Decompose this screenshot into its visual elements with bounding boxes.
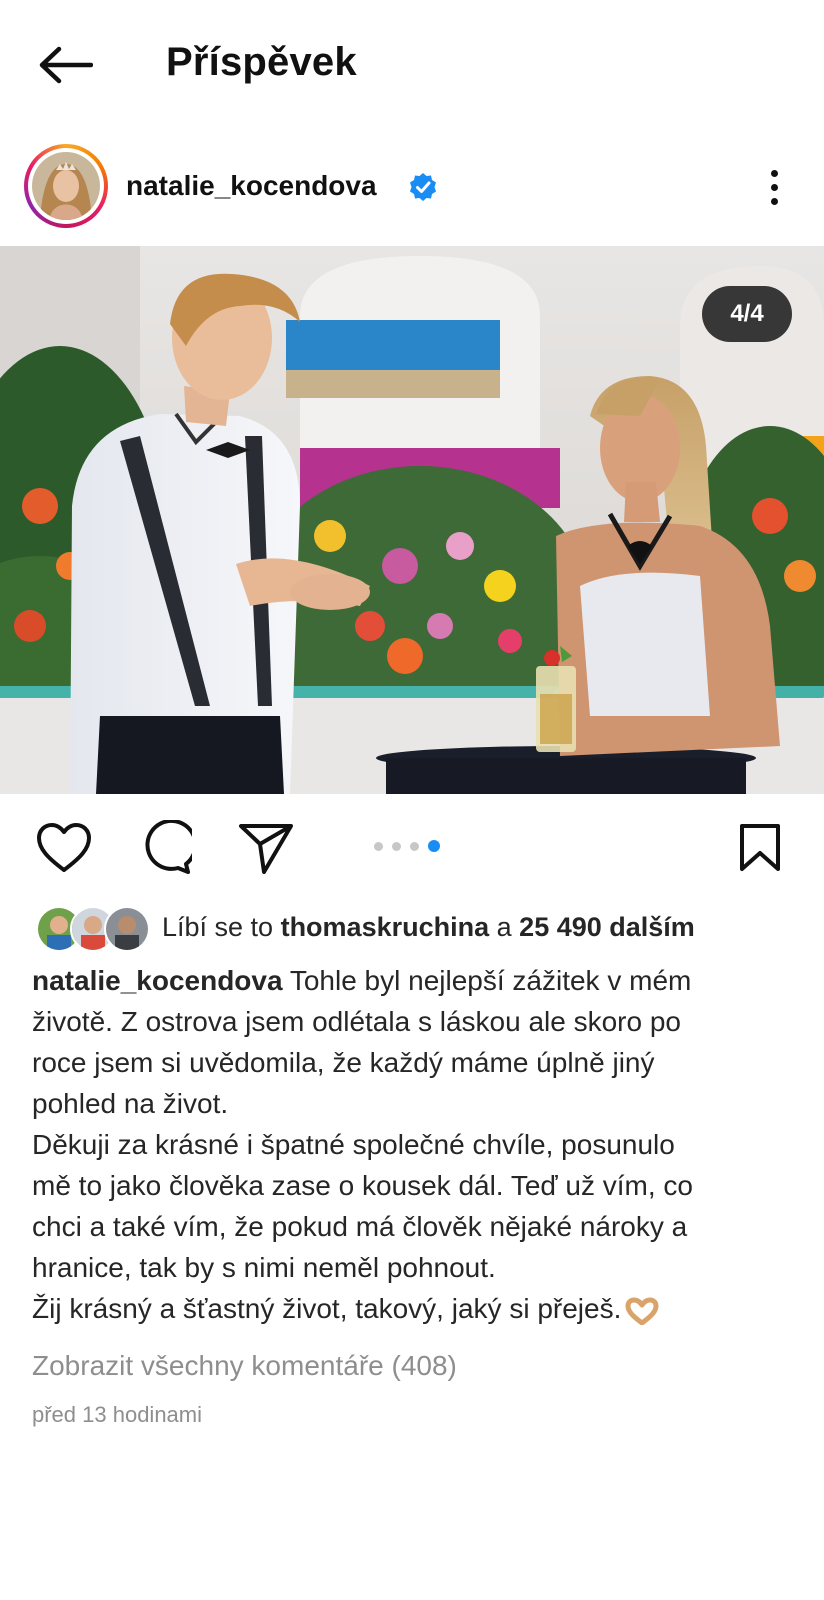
likes-text: Líbí se to thomaskruchina a 25 490 další… xyxy=(162,912,695,943)
likes-prefix: Líbí se to xyxy=(162,912,281,942)
liked-by-avatars xyxy=(36,906,150,952)
verified-badge-icon xyxy=(410,173,436,201)
carousel-dot-active xyxy=(428,840,440,852)
caption-line: Žij krásný a šťastný život, takový, jaký… xyxy=(32,1288,792,1329)
liked-by-user[interactable]: thomaskruchina xyxy=(281,912,490,942)
post-photo[interactable]: 4/4 xyxy=(0,246,824,794)
likes-row[interactable]: Líbí se to thomaskruchina a 25 490 další… xyxy=(36,904,816,954)
avatar xyxy=(104,906,150,952)
post-timestamp: před 13 hodinami xyxy=(32,1402,203,1427)
share-button[interactable] xyxy=(236,818,296,878)
carousel-dot xyxy=(374,841,383,851)
save-button[interactable] xyxy=(730,818,790,878)
caption-line: hranice, tak by s nimi neměl pohnout. xyxy=(32,1252,496,1283)
slide-counter: 4/4 xyxy=(702,286,792,342)
more-vertical-icon xyxy=(770,169,778,177)
heart-icon xyxy=(37,823,91,872)
comment-icon xyxy=(145,820,192,874)
avatar[interactable] xyxy=(24,144,108,228)
back-button[interactable] xyxy=(34,38,96,92)
top-bar: Příspěvek xyxy=(0,0,824,130)
caption-line: mě to jako člověka zase o kousek dál. Te… xyxy=(32,1170,694,1201)
caption-line: roce jsem si uvědomila, že každý máme úp… xyxy=(32,1047,655,1078)
arrow-left-icon xyxy=(39,46,93,84)
heart-hands-icon xyxy=(625,1297,659,1325)
caption-line: Děkuji za krásné i špatné společné chvíl… xyxy=(32,1129,675,1160)
likes-middle: a xyxy=(489,912,520,942)
post-caption: natalie_kocendova Tohle byl nejlepší záž… xyxy=(32,960,792,1329)
post-username[interactable]: natalie_kocendova xyxy=(126,170,377,202)
caption-username[interactable]: natalie_kocendova xyxy=(32,965,283,996)
action-bar xyxy=(0,812,824,892)
like-button[interactable] xyxy=(34,818,94,878)
likes-count[interactable]: 25 490 dalším xyxy=(519,912,695,942)
page-title: Příspěvek xyxy=(166,40,357,84)
caption-line: natalie_kocendova Tohle byl nejlepší záž… xyxy=(32,960,792,1001)
more-options-button[interactable] xyxy=(756,162,792,212)
carousel-dot xyxy=(392,841,401,851)
caption-text: Žij krásný a šťastný život, takový, jaký… xyxy=(32,1293,622,1324)
carousel-indicator xyxy=(374,840,440,852)
avatar-image xyxy=(32,152,100,220)
caption-text: Tohle byl nejlepší zážitek v mém xyxy=(282,965,692,996)
caption-line: chci a také vím, že pokud má člověk něja… xyxy=(32,1211,688,1242)
view-all-comments-link[interactable]: Zobrazit všechny komentáře (408) xyxy=(32,1350,457,1382)
carousel-dot xyxy=(410,841,419,851)
caption-line: pohled na život. xyxy=(32,1088,229,1119)
comment-button[interactable] xyxy=(134,818,194,878)
caption-line: životě. Z ostrova jsem odlétala s láskou… xyxy=(32,1006,681,1037)
bookmark-icon xyxy=(740,824,780,871)
post-header: natalie_kocendova xyxy=(0,140,824,250)
send-icon xyxy=(239,824,293,874)
